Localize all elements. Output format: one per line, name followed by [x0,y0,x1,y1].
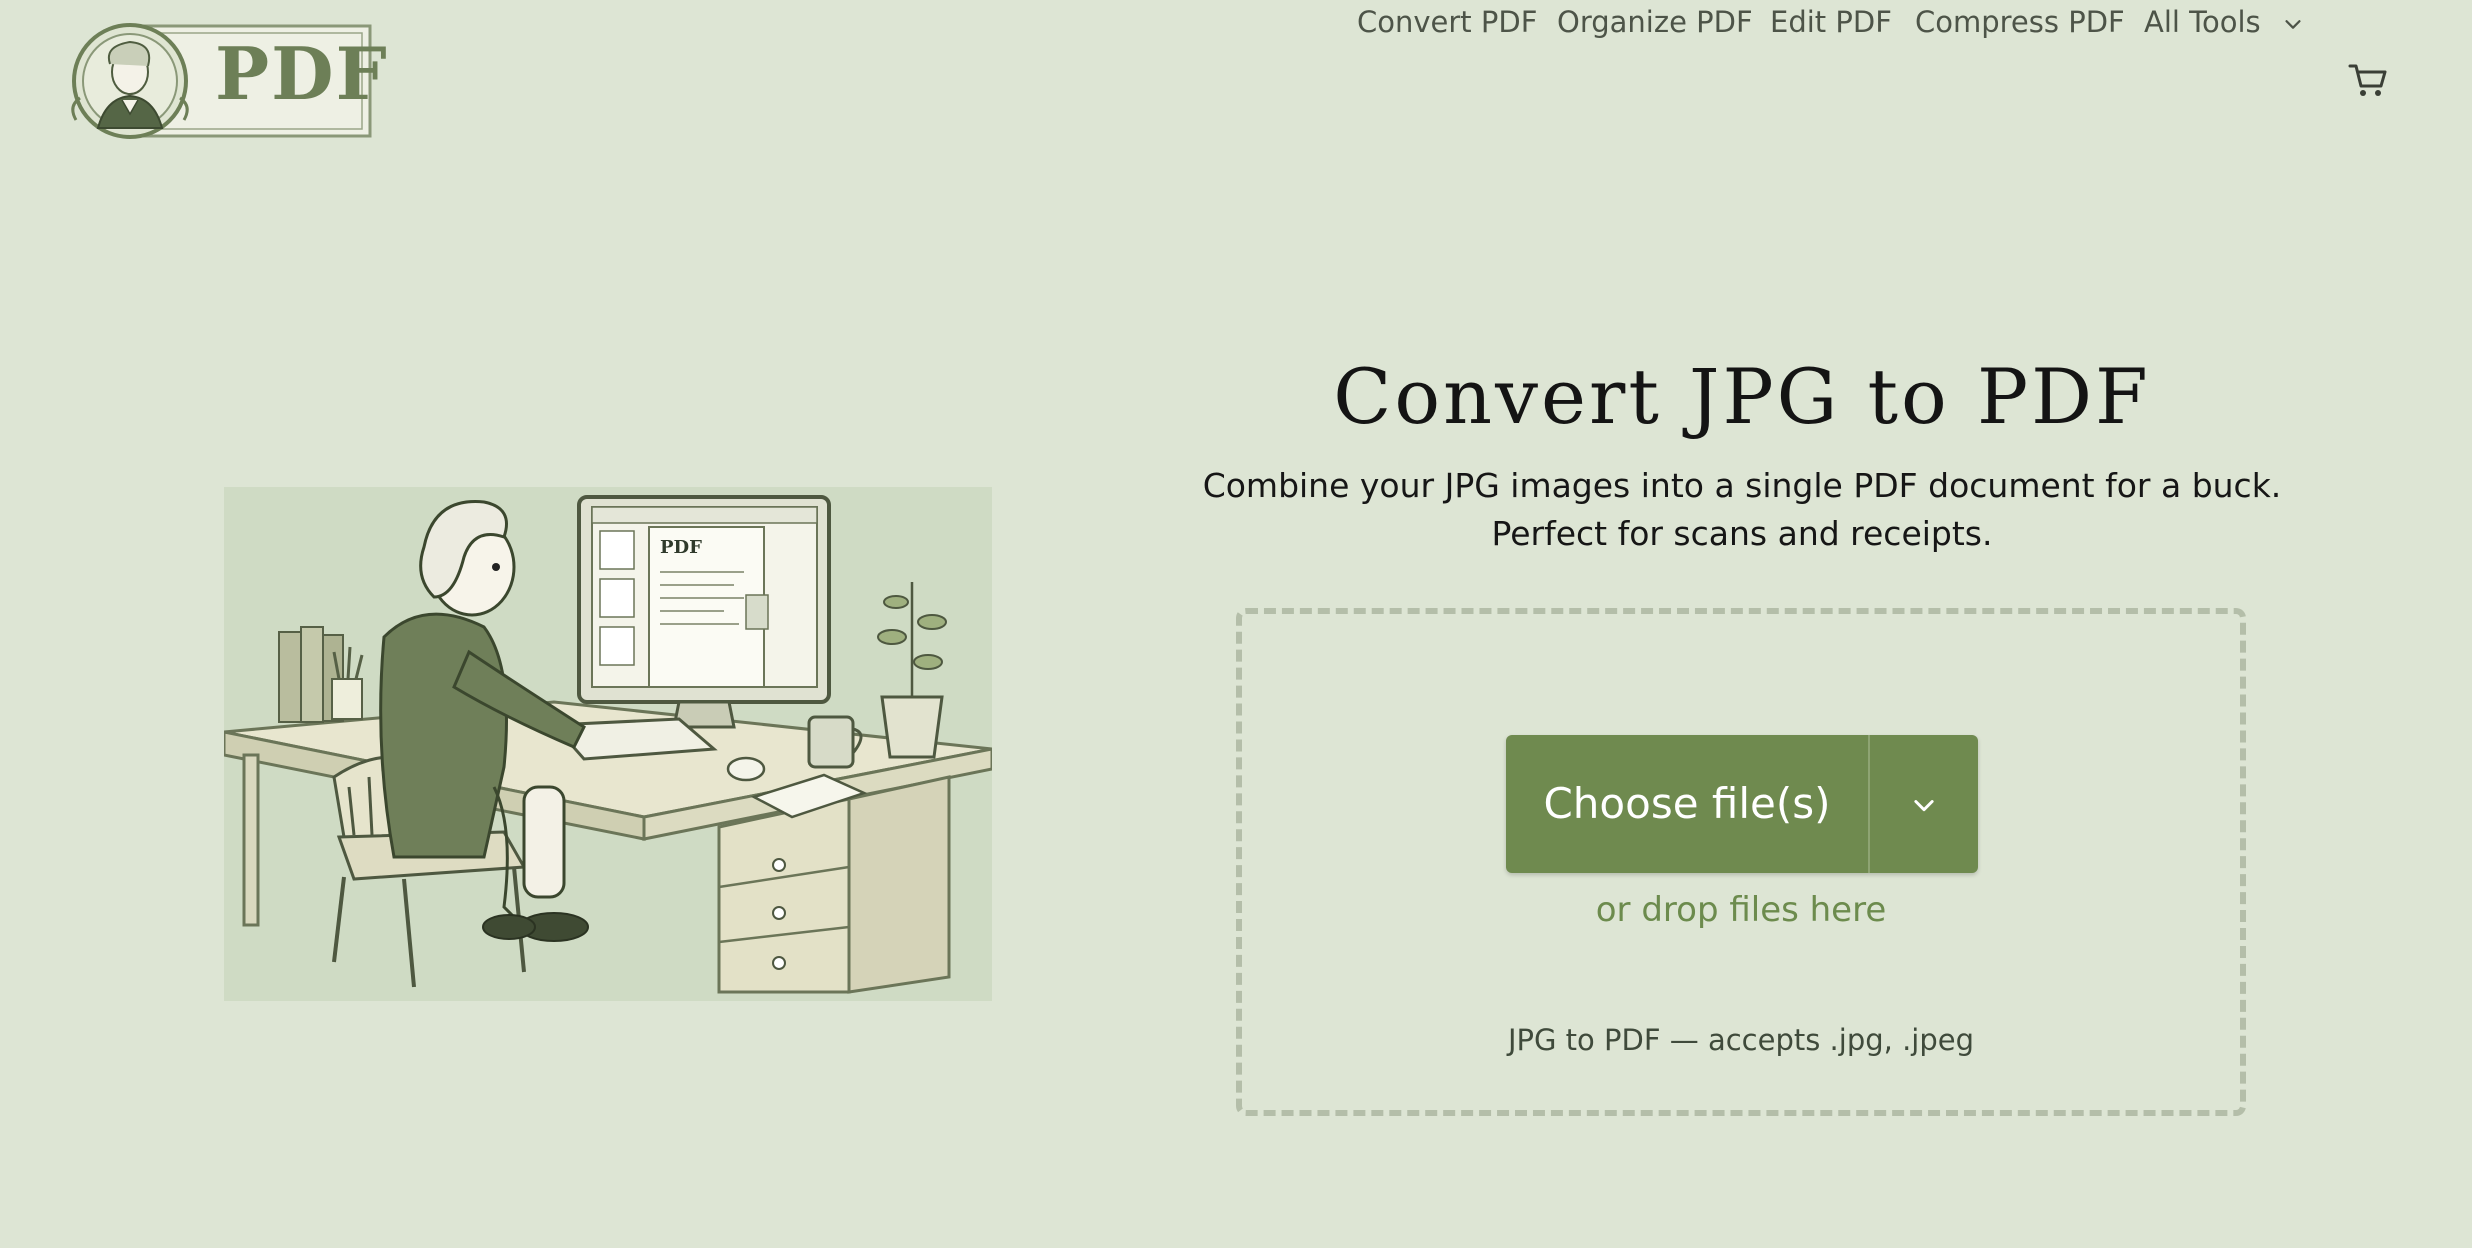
drop-files-hint: or drop files here [1595,890,1887,930]
site-header: PDF Convert PDF Organize PDF Edit PDF Co… [0,0,2472,170]
accepted-formats-note: JPG to PDF — accepts .jpg, .jpeg [1507,1023,1975,1057]
nav-compress-pdf-label: Compress PDF [1915,5,2125,39]
nav-organize-pdf[interactable]: Organize PDF [1557,0,1753,44]
nav-organize-pdf-label: Organize PDF [1557,5,1753,39]
choose-files-button[interactable]: Choose file(s) [1506,735,1870,873]
choose-files-button-group: Choose file(s) [1506,735,1978,873]
chevron-down-icon [1914,800,1934,812]
page-title: Convert JPG to PDF [1333,352,2151,441]
screen-pdf-text: PDF [660,537,702,558]
chevron-down-icon [2285,20,2301,29]
nav-edit-pdf-label: Edit PDF [1770,5,1892,39]
hero-illustration: PDF [224,487,992,1001]
subtitle-line-2: Perfect for scans and receipts. [1491,514,1993,553]
desk-scene-illustration: PDF [224,495,992,994]
nav-all-tools-label: All Tools [2144,5,2261,39]
nav-convert-pdf[interactable]: Convert PDF [1357,0,1537,44]
nav-compress-pdf[interactable]: Compress PDF [1915,0,2125,44]
cart-icon[interactable] [2346,58,2390,102]
choose-files-options-toggle[interactable] [1870,735,1978,873]
page-subtitle: Combine your JPG images into a single PD… [1160,462,2324,558]
nav-convert-pdf-label: Convert PDF [1357,5,1538,39]
subtitle-line-1: Combine your JPG images into a single PD… [1202,466,2282,505]
nav-edit-pdf[interactable]: Edit PDF [1770,0,1892,44]
nav-all-tools[interactable]: All Tools [2144,0,2304,44]
logo-text: PDF [215,31,389,116]
